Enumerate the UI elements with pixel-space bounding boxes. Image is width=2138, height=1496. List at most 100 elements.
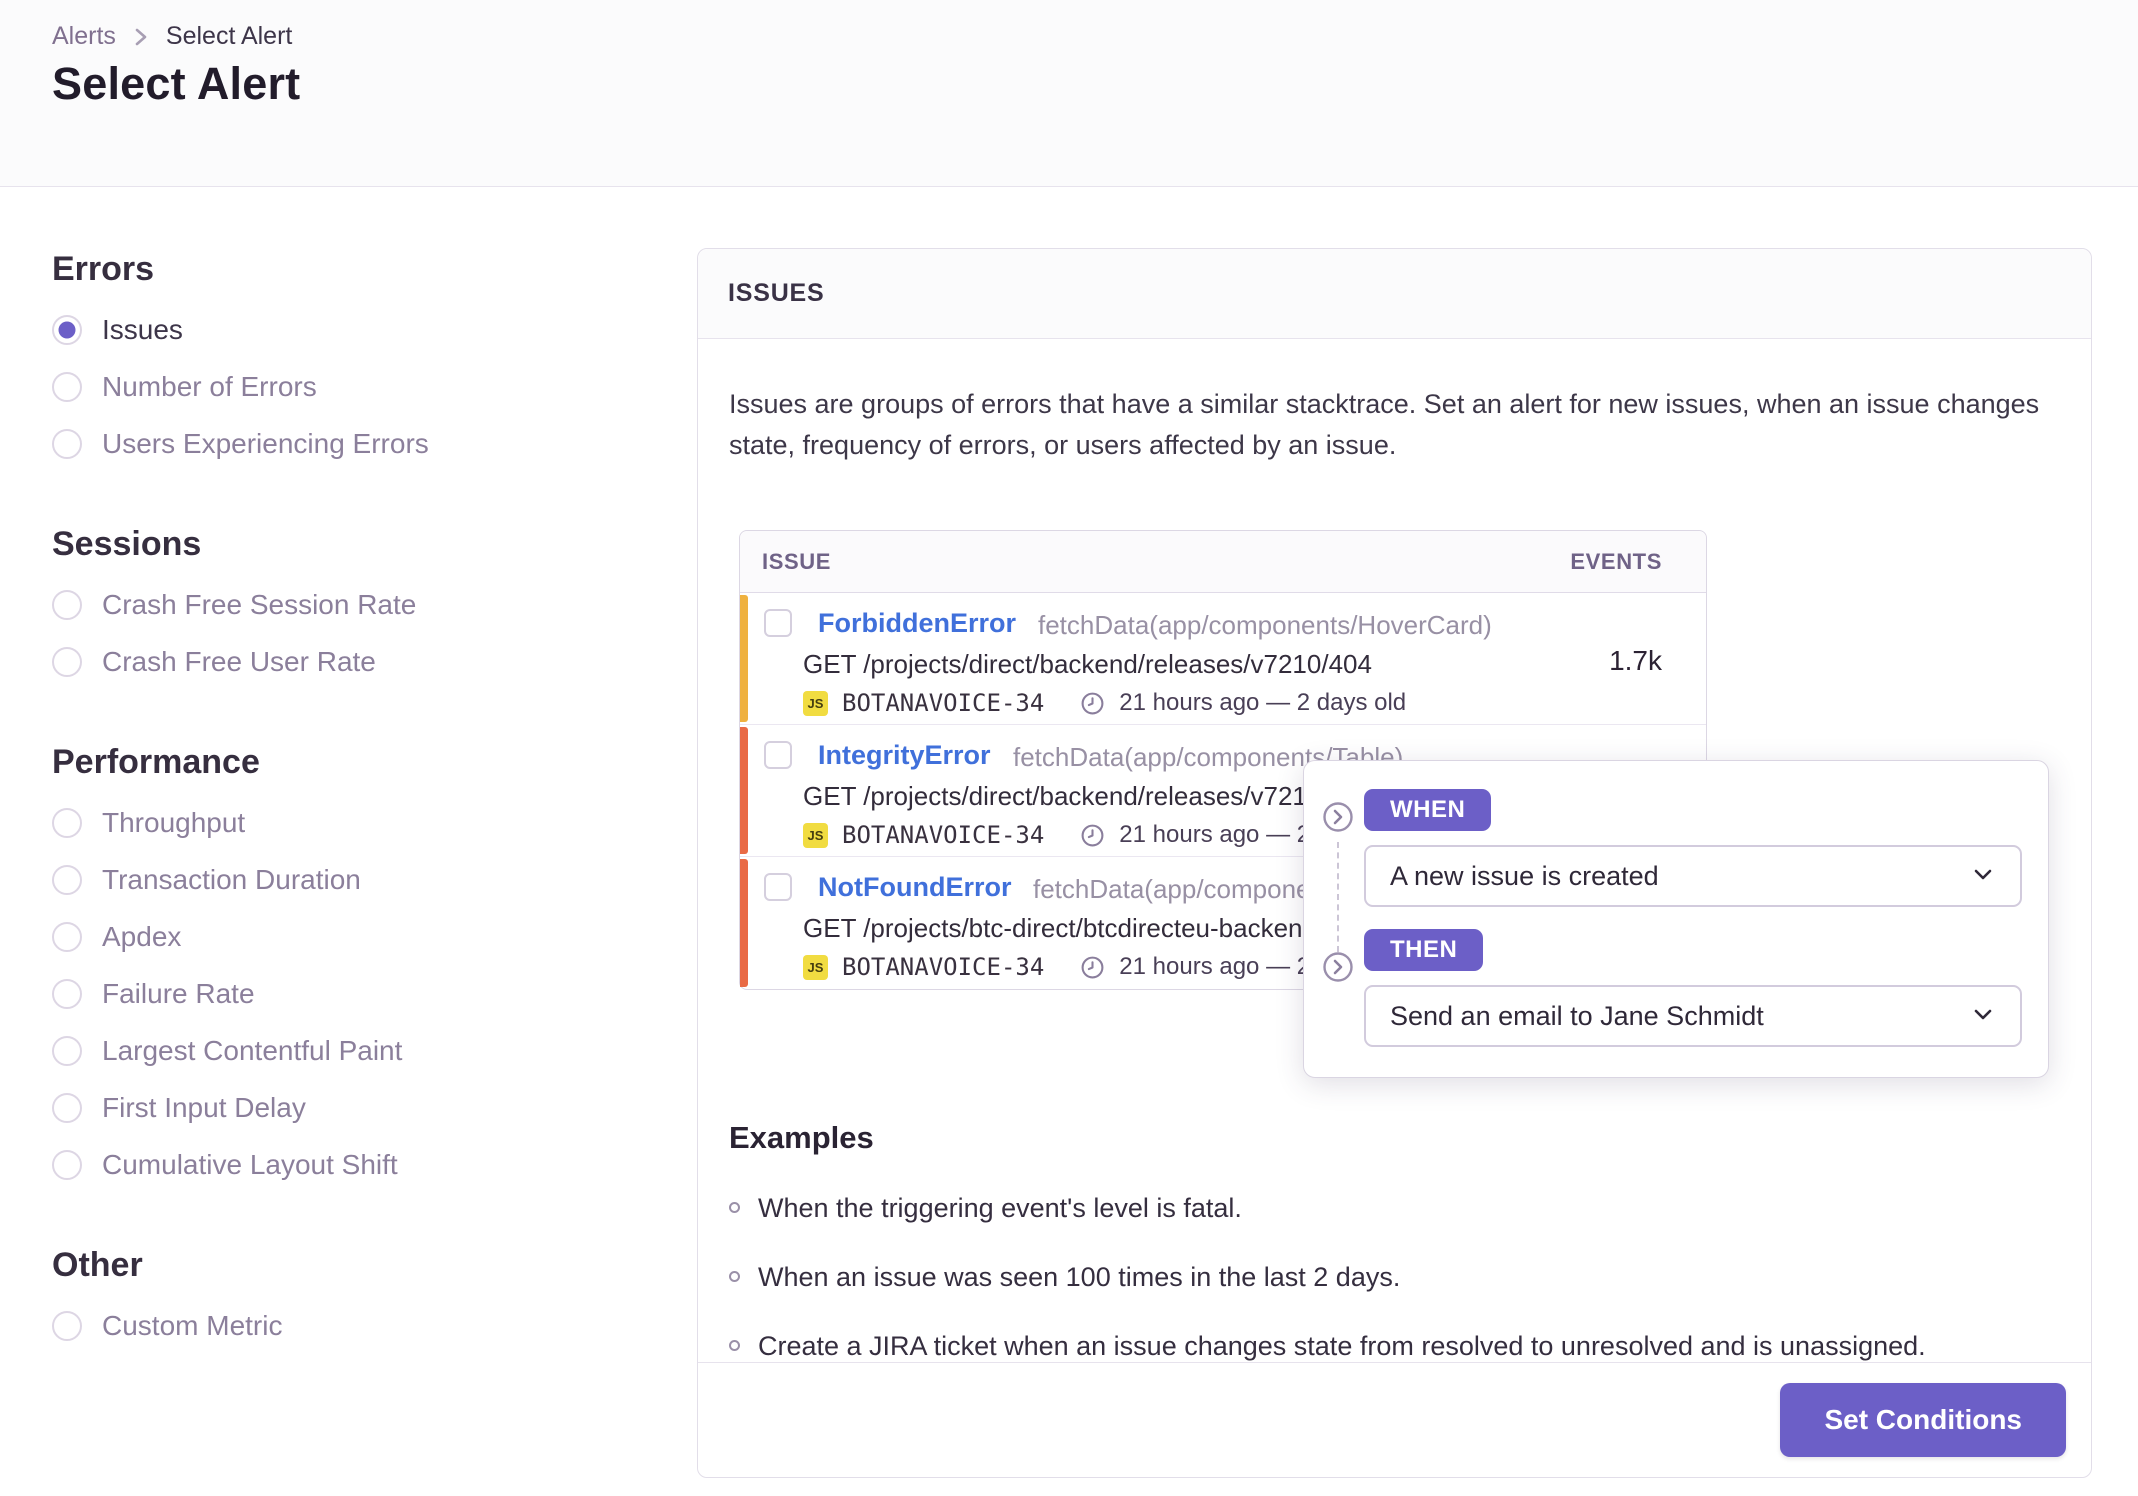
issue-request: GET /projects/direct/backend/releases/v7…: [803, 781, 1372, 811]
issue-level-indicator: [740, 727, 748, 854]
radio-button[interactable]: [52, 1093, 82, 1123]
alert-type-option[interactable]: First Input Delay: [52, 1091, 522, 1125]
page-header: Alerts Select Alert Select Alert: [0, 0, 2138, 187]
example-text: Create a JIRA ticket when an issue chang…: [758, 1331, 1926, 1361]
alert-type-sidebar: Errors Issues Number of Errors Users Exp…: [52, 250, 522, 1366]
issues-panel-header: ISSUES: [698, 249, 2091, 339]
radio-button[interactable]: [52, 315, 82, 345]
issues-panel-title: ISSUES: [728, 279, 825, 307]
chevron-down-icon: [1970, 861, 1996, 892]
bullet-icon: [729, 1340, 740, 1351]
sidebar-group-title: Sessions: [52, 525, 202, 563]
sidebar-group-title: Errors: [52, 250, 155, 288]
alert-type-label: Users Experiencing Errors: [102, 428, 429, 459]
sidebar-group: Other Custom Metric: [52, 1246, 522, 1343]
alert-type-option[interactable]: Apdex: [52, 920, 522, 954]
issue-events-count: 1.7k: [1609, 645, 1662, 676]
breadcrumb: Alerts Select Alert: [52, 22, 292, 51]
when-condition-value: A new issue is created: [1390, 860, 1659, 891]
javascript-platform-icon: JS: [803, 690, 828, 716]
examples-title: Examples: [729, 1120, 874, 1155]
issue-short-id: BOTANAVOICE-34: [842, 821, 1045, 849]
alert-type-label: Cumulative Layout Shift: [102, 1149, 398, 1180]
radio-button[interactable]: [52, 590, 82, 620]
clock-icon: [1080, 955, 1105, 980]
examples-section: Examples When the triggering event's lev…: [729, 1120, 2060, 1363]
javascript-platform-icon: JS: [803, 822, 828, 848]
bullet-icon: [729, 1202, 740, 1213]
alert-type-label: Throughput: [102, 807, 246, 838]
issue-level-indicator: [740, 859, 748, 987]
example-text: When the triggering event's level is fat…: [758, 1193, 1242, 1223]
alert-type-option[interactable]: Custom Metric: [52, 1309, 522, 1343]
alert-type-option[interactable]: Transaction Duration: [52, 863, 522, 897]
radio-button[interactable]: [52, 1311, 82, 1341]
alert-type-option[interactable]: Crash Free User Rate: [52, 645, 522, 679]
issue-name-link[interactable]: NotFoundError: [818, 872, 1011, 903]
page-title: Select Alert: [52, 58, 301, 109]
example-item: When an issue was seen 100 times in the …: [729, 1261, 2060, 1294]
bullet-icon: [729, 1271, 740, 1282]
alert-type-option[interactable]: Crash Free Session Rate: [52, 588, 522, 622]
issue-checkbox[interactable]: [764, 741, 792, 769]
when-badge: WHEN: [1364, 789, 1492, 831]
radio-button[interactable]: [52, 1036, 82, 1066]
issue-name-link[interactable]: ForbiddenError: [818, 608, 1016, 639]
radio-button[interactable]: [52, 808, 82, 838]
chevron-down-icon: [1970, 1001, 1996, 1032]
set-conditions-button[interactable]: Set Conditions: [1780, 1383, 2066, 1457]
sidebar-group-title: Performance: [52, 743, 260, 781]
issue-checkbox[interactable]: [764, 873, 792, 901]
issue-name-link[interactable]: IntegrityError: [818, 740, 991, 771]
alert-type-option[interactable]: Users Experiencing Errors: [52, 427, 522, 461]
alert-type-label: First Input Delay: [102, 1092, 306, 1123]
events-column-header: EVENTS: [1570, 548, 1662, 574]
clock-icon: [1080, 691, 1105, 716]
radio-button[interactable]: [52, 429, 82, 459]
issues-description: Issues are groups of errors that have a …: [729, 389, 2040, 460]
alert-type-label: Apdex: [102, 921, 182, 952]
alert-type-option[interactable]: Cumulative Layout Shift: [52, 1148, 522, 1182]
issue-time-range: 21 hours ago — 2 days old: [1119, 689, 1407, 716]
sidebar-group: Errors Issues Number of Errors Users Exp…: [52, 250, 522, 461]
alert-type-option[interactable]: Issues: [52, 313, 522, 347]
alert-type-label: Number of Errors: [102, 371, 317, 402]
alert-type-option[interactable]: Number of Errors: [52, 370, 522, 404]
clock-icon: [1080, 823, 1105, 848]
then-action-value: Send an email to Jane Schmidt: [1390, 1000, 1764, 1031]
alert-type-label: Crash Free Session Rate: [102, 589, 417, 620]
issue-short-id: BOTANAVOICE-34: [842, 689, 1045, 717]
sidebar-group: Performance Throughput Transaction Durat…: [52, 743, 522, 1182]
alert-type-option[interactable]: Failure Rate: [52, 977, 522, 1011]
alert-type-label: Crash Free User Rate: [102, 646, 376, 677]
issue-column-header: ISSUE: [762, 548, 832, 574]
then-action-select[interactable]: Send an email to Jane Schmidt: [1364, 985, 2022, 1047]
radio-button[interactable]: [52, 922, 82, 952]
panel-footer: Set Conditions: [698, 1362, 2091, 1477]
when-condition-select[interactable]: A new issue is created: [1364, 845, 2022, 907]
breadcrumb-alerts-link[interactable]: Alerts: [52, 22, 116, 51]
alert-type-label: Largest Contentful Paint: [102, 1035, 403, 1066]
radio-button[interactable]: [52, 979, 82, 1009]
sidebar-group: Sessions Crash Free Session Rate Crash F…: [52, 525, 522, 679]
chevron-right-icon: [132, 25, 150, 49]
circled-chevron-right-icon: [1323, 802, 1353, 832]
alert-type-label: Failure Rate: [102, 978, 255, 1009]
example-text: When an issue was seen 100 times in the …: [758, 1262, 1401, 1292]
radio-button[interactable]: [52, 865, 82, 895]
alert-conditions-popover: WHEN A new issue is created THEN Send an…: [1303, 760, 2049, 1078]
issue-short-id: BOTANAVOICE-34: [842, 953, 1045, 981]
then-badge: THEN: [1364, 929, 1484, 971]
issue-row: ForbiddenError fetchData(app/components/…: [740, 593, 1706, 725]
example-item: Create a JIRA ticket when an issue chang…: [729, 1330, 2060, 1363]
issue-request: GET /projects/btc-direct/btcdirecteu-bac…: [803, 913, 1317, 943]
radio-button[interactable]: [52, 1150, 82, 1180]
radio-button[interactable]: [52, 647, 82, 677]
issue-checkbox[interactable]: [764, 609, 792, 637]
alert-type-option[interactable]: Throughput: [52, 806, 522, 840]
issues-table-header: ISSUE EVENTS: [740, 531, 1706, 593]
alert-type-option[interactable]: Largest Contentful Paint: [52, 1034, 522, 1068]
issue-culprit: fetchData(app/components/HoverCard): [1038, 610, 1492, 640]
radio-button[interactable]: [52, 372, 82, 402]
issue-level-indicator: [740, 595, 748, 722]
